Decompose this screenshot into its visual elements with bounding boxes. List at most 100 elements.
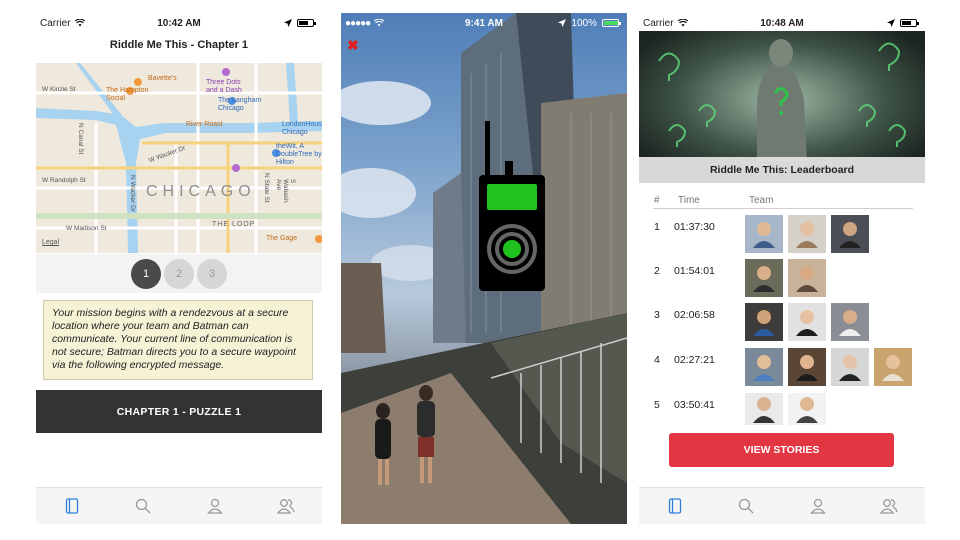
map-view[interactable]: Bavette's The Hampton Social Three Dots … bbox=[36, 63, 322, 253]
search-icon bbox=[739, 498, 754, 514]
tab-bar bbox=[639, 487, 925, 524]
map-label: The Gage bbox=[266, 235, 298, 242]
avatar bbox=[745, 215, 783, 253]
battery-icon bbox=[297, 19, 316, 27]
team-avatars bbox=[745, 215, 869, 253]
table-row[interactable]: 1 01:37:30 bbox=[653, 215, 913, 255]
location-arrow-icon bbox=[887, 19, 895, 27]
column-rank: # bbox=[654, 195, 660, 206]
map-label: Three Dots and a Dash bbox=[206, 79, 242, 94]
tab-profile[interactable] bbox=[803, 491, 833, 521]
row-time: 02:27:21 bbox=[674, 354, 715, 366]
walkie-talkie-icon bbox=[479, 121, 545, 291]
avatar bbox=[788, 259, 826, 297]
map-label: W Randolph St bbox=[42, 177, 86, 184]
avatar bbox=[745, 303, 783, 341]
battery-percent: 100% bbox=[571, 17, 597, 29]
row-time: 01:37:30 bbox=[674, 221, 715, 233]
team-avatars bbox=[745, 348, 912, 386]
status-bar: ●●●●● 9:41 AM 100% bbox=[341, 13, 627, 33]
avatar bbox=[745, 259, 783, 297]
people-icon bbox=[880, 499, 898, 514]
tab-book[interactable] bbox=[660, 491, 690, 521]
book-icon bbox=[668, 498, 681, 514]
pager-dot-1[interactable]: 1 bbox=[131, 258, 161, 289]
person-icon bbox=[809, 498, 826, 514]
row-time: 03:50:41 bbox=[674, 399, 715, 411]
pager-dot-2[interactable]: 2 bbox=[164, 258, 194, 289]
table-row[interactable]: 5 03:50:41 bbox=[653, 393, 913, 433]
avatar bbox=[788, 348, 826, 386]
column-time: Time bbox=[678, 195, 700, 206]
status-bar: Carrier 10:48 AM bbox=[639, 13, 925, 33]
camera-screen: ●●●●● 9:41 AM 100% ✖ bbox=[341, 13, 627, 524]
team-avatars bbox=[745, 259, 826, 297]
avatar bbox=[745, 393, 783, 425]
map-label: LondonHouse Chicago bbox=[282, 121, 322, 136]
carrier-label: Carrier bbox=[643, 17, 674, 29]
leaderboard-title: Riddle Me This: Leaderboard bbox=[639, 157, 925, 183]
wifi-icon bbox=[74, 19, 85, 27]
tab-bar bbox=[36, 487, 322, 524]
map-label: River Roast bbox=[186, 121, 223, 128]
map-label: W Kinzie St bbox=[42, 86, 76, 93]
page-title: Riddle Me This - Chapter 1 bbox=[109, 39, 249, 51]
map-label: N State St bbox=[263, 173, 270, 203]
table-row[interactable]: 3 02:06:58 bbox=[653, 303, 913, 343]
tab-team[interactable] bbox=[874, 491, 904, 521]
tab-book[interactable] bbox=[57, 491, 87, 521]
avatar bbox=[788, 303, 826, 341]
map-label: theWit, A DoubleTree by Hilton bbox=[276, 143, 322, 166]
leaderboard-screen: Carrier 10:48 AM Riddle Me This: Leaderb… bbox=[639, 13, 925, 524]
tab-team[interactable] bbox=[271, 491, 301, 521]
column-team: Team bbox=[749, 195, 774, 206]
avatar bbox=[745, 348, 783, 386]
map-city-label: CHICAGO bbox=[146, 183, 256, 200]
avatar bbox=[831, 348, 869, 386]
leaderboard-header: # Time Team bbox=[653, 195, 913, 209]
person-icon bbox=[206, 498, 223, 514]
map-label: The Langham Chicago bbox=[218, 97, 262, 112]
avatar bbox=[831, 303, 869, 341]
team-avatars bbox=[745, 303, 869, 341]
search-icon bbox=[136, 498, 151, 514]
pager-dot-3[interactable]: 3 bbox=[197, 258, 227, 289]
status-bar: Carrier 10:42 AM bbox=[36, 13, 322, 33]
map-label: Bavette's bbox=[148, 75, 177, 82]
tab-search[interactable] bbox=[128, 491, 158, 521]
signal-label: ●●●●● bbox=[345, 17, 371, 29]
battery-icon bbox=[602, 19, 621, 27]
puzzle-button[interactable]: CHAPTER 1 - PUZZLE 1 bbox=[36, 390, 322, 433]
team-avatars bbox=[745, 393, 826, 425]
avatar bbox=[788, 393, 826, 425]
table-row[interactable]: 4 02:27:21 bbox=[653, 348, 913, 388]
mission-text: Your mission begins with a rendezvous at… bbox=[43, 300, 313, 380]
map-label: N Canal St bbox=[77, 123, 84, 155]
avatar bbox=[788, 215, 826, 253]
close-button[interactable]: ✖ bbox=[347, 37, 359, 54]
table-row[interactable]: 2 01:54:01 bbox=[653, 259, 913, 299]
map-label: The Hampton Social bbox=[106, 87, 149, 102]
row-rank: 5 bbox=[654, 399, 660, 411]
row-rank: 1 bbox=[654, 221, 660, 233]
wifi-icon bbox=[374, 19, 385, 27]
chapter-pager: 1 2 3 bbox=[36, 254, 322, 293]
tab-profile[interactable] bbox=[200, 491, 230, 521]
map-legal-link[interactable]: Legal bbox=[42, 239, 59, 246]
row-time: 02:06:58 bbox=[674, 309, 715, 321]
avatar bbox=[874, 348, 912, 386]
map-label: W Madison St bbox=[66, 225, 107, 232]
location-arrow-icon bbox=[558, 19, 567, 27]
location-arrow-icon bbox=[284, 19, 292, 27]
people-icon bbox=[277, 499, 295, 514]
view-stories-button[interactable]: VIEW STORIES bbox=[669, 433, 894, 467]
map-label: The Loop bbox=[212, 221, 256, 228]
map-label: S Wabash Ave bbox=[275, 179, 296, 203]
wifi-icon bbox=[677, 19, 688, 27]
row-rank: 3 bbox=[654, 309, 660, 321]
carrier-label: Carrier bbox=[40, 17, 71, 29]
battery-icon bbox=[900, 19, 919, 27]
tab-search[interactable] bbox=[731, 491, 761, 521]
map-label: N Wacker Dr bbox=[129, 175, 136, 212]
book-icon bbox=[65, 498, 78, 514]
